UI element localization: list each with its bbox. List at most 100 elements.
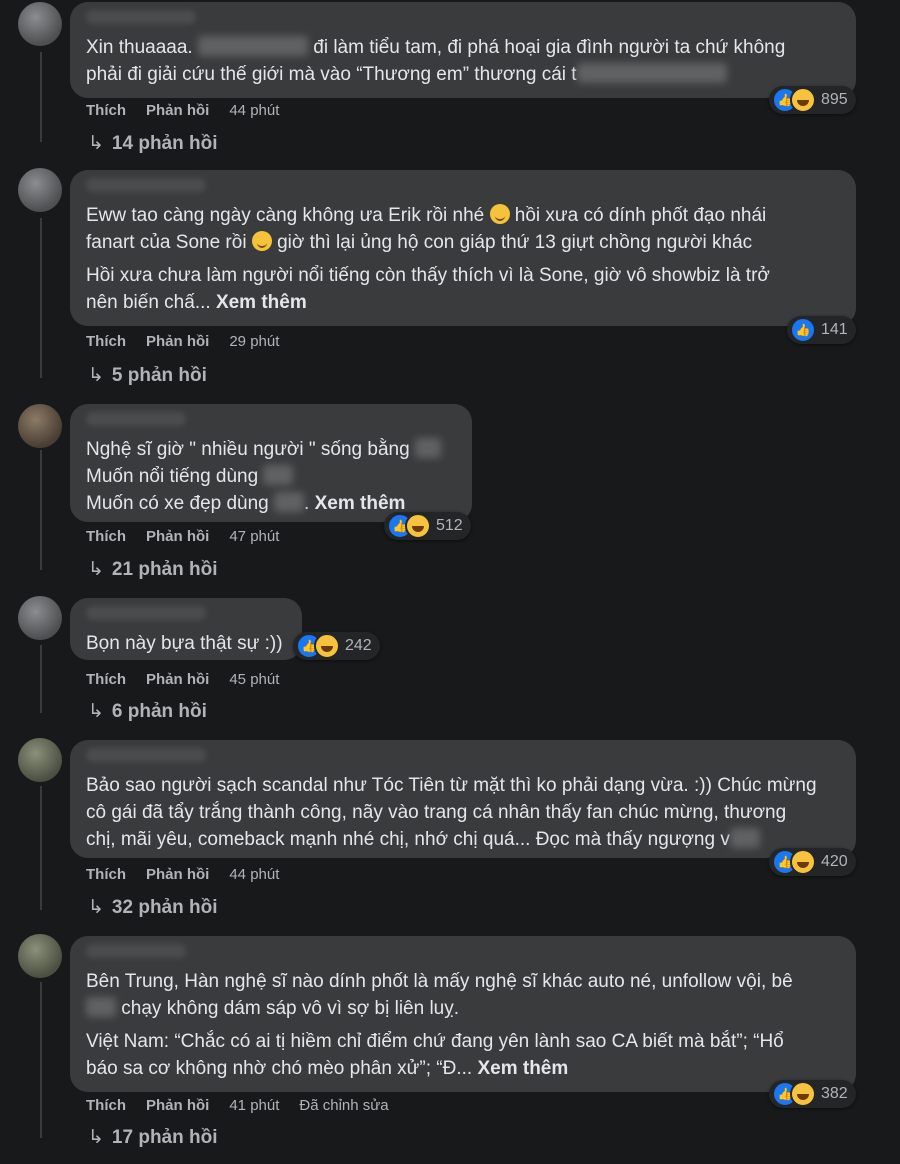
avatar[interactable] <box>18 738 62 782</box>
smiley-emoji-icon <box>489 204 510 224</box>
redacted-text <box>274 492 305 512</box>
haha-icon <box>790 849 816 875</box>
reply-arrow-icon: ↳ <box>88 701 104 722</box>
avatar[interactable] <box>18 596 62 640</box>
reaction-summary[interactable]: 👍 382 <box>769 1080 856 1108</box>
comment-text: Xin thuaaaa. <box>86 37 193 58</box>
reaction-summary[interactable]: 👍 420 <box>769 848 856 876</box>
comment-text: chị, mãi yêu, comeback mạnh nhé chị, nhớ… <box>86 829 730 850</box>
comment-text: Bảo sao người sạch scandal như Tóc Tiên … <box>86 775 817 796</box>
reply-arrow-icon: ↳ <box>88 1127 104 1148</box>
view-replies-link[interactable]: ↳ 5 phản hồi <box>88 364 207 387</box>
reaction-summary[interactable]: 👍 141 <box>787 316 856 344</box>
see-more-link[interactable]: Xem thêm <box>315 493 406 514</box>
comment-bubble: Bảo sao người sạch scandal như Tóc Tiên … <box>70 740 856 858</box>
reaction-summary[interactable]: 👍 242 <box>293 632 380 660</box>
author-name-blurred[interactable] <box>86 412 186 426</box>
avatar[interactable] <box>18 168 62 212</box>
redacted-text <box>729 828 760 848</box>
comment-text: hồi xưa có dính phốt đạo nhái <box>514 205 767 226</box>
reaction-summary[interactable]: 👍 512 <box>384 512 471 540</box>
comment-text: Muốn nổi tiếng dùng <box>86 466 259 487</box>
comment-text: Bọn này bựa thật sự :)) <box>86 633 283 654</box>
avatar[interactable] <box>18 934 62 978</box>
comment-text: Nghệ sĩ giờ " nhiều người " sống bằng <box>86 439 410 460</box>
reaction-count: 420 <box>821 853 848 870</box>
reply-arrow-icon: ↳ <box>88 133 104 154</box>
reply-arrow-icon: ↳ <box>88 897 104 918</box>
like-button[interactable]: Thích <box>86 866 126 883</box>
timestamp[interactable]: 44 phút <box>229 102 279 119</box>
redacted-text <box>263 465 294 485</box>
see-more-link[interactable]: Xem thêm <box>216 292 307 313</box>
reaction-count: 141 <box>821 321 848 338</box>
reply-arrow-icon: ↳ <box>88 365 104 386</box>
view-replies-link[interactable]: ↳ 21 phản hồi <box>88 558 218 581</box>
comment-text: Bên Trung, Hàn nghệ sĩ nào dính phốt là … <box>86 971 793 992</box>
comment-text: fanart của Sone rồi <box>86 232 247 253</box>
comment-text: nên biến chấ... <box>86 292 211 313</box>
author-name-blurred[interactable] <box>86 606 206 620</box>
like-button[interactable]: Thích <box>86 1097 126 1114</box>
timestamp[interactable]: 41 phút <box>229 1097 279 1114</box>
reply-button[interactable]: Phản hồi <box>146 671 209 688</box>
timestamp[interactable]: 45 phút <box>229 671 279 688</box>
like-icon: 👍 <box>790 317 816 343</box>
comment-text: phải đi giải cứu thế giới mà vào “Thương… <box>86 64 577 85</box>
reaction-count: 242 <box>345 637 372 654</box>
replies-count: 17 phản hồi <box>111 1127 218 1148</box>
reply-button[interactable]: Phản hồi <box>146 866 209 883</box>
like-button[interactable]: Thích <box>86 671 126 688</box>
timestamp[interactable]: 47 phút <box>229 528 279 545</box>
smiley-emoji-icon <box>251 231 272 251</box>
replies-count: 6 phản hồi <box>111 701 207 722</box>
reaction-count: 895 <box>821 91 848 108</box>
replies-count: 14 phản hồi <box>111 133 218 154</box>
comment-text: chạy không dám sáp vô vì sợ bị liên luỵ. <box>121 998 460 1019</box>
comment-text: Eww tao càng ngày càng không ưa Erik rồi… <box>86 205 485 226</box>
author-name-blurred[interactable] <box>86 944 186 958</box>
timestamp[interactable]: 29 phút <box>229 333 279 350</box>
timestamp[interactable]: 44 phút <box>229 866 279 883</box>
redacted-text <box>576 63 727 83</box>
comment-text: cô gái đã tẩy trắng thành công, nãy vào … <box>86 802 787 823</box>
see-more-link[interactable]: Xem thêm <box>477 1058 568 1079</box>
reply-arrow-icon: ↳ <box>88 559 104 580</box>
avatar[interactable] <box>18 404 62 448</box>
comment-bubble: Bên Trung, Hàn nghệ sĩ nào dính phốt là … <box>70 936 856 1092</box>
author-name-blurred[interactable] <box>86 748 206 762</box>
edited-label[interactable]: Đã chỉnh sửa <box>299 1097 388 1114</box>
reply-button[interactable]: Phản hồi <box>146 102 209 119</box>
comment-bubble: Eww tao càng ngày càng không ưa Erik rồi… <box>70 170 856 326</box>
haha-icon <box>405 513 431 539</box>
avatar[interactable] <box>18 2 62 46</box>
reaction-count: 382 <box>821 1085 848 1102</box>
author-name-blurred[interactable] <box>86 178 206 192</box>
like-button[interactable]: Thích <box>86 333 126 350</box>
redacted-text <box>197 36 308 56</box>
view-replies-link[interactable]: ↳ 32 phản hồi <box>88 896 218 919</box>
replies-count: 21 phản hồi <box>111 559 218 580</box>
haha-icon <box>314 633 340 659</box>
author-name-blurred[interactable] <box>86 10 196 24</box>
comment-text: giờ thì lại ủng hộ con giáp thứ 13 giựt … <box>277 232 753 253</box>
reply-button[interactable]: Phản hồi <box>146 528 209 545</box>
view-replies-link[interactable]: ↳ 14 phản hồi <box>88 132 218 155</box>
view-replies-link[interactable]: ↳ 6 phản hồi <box>88 700 207 723</box>
like-button[interactable]: Thích <box>86 528 126 545</box>
comment-text: Việt Nam: “Chắc có ai tị hiềm chỉ điểm c… <box>86 1031 784 1052</box>
redacted-text <box>414 438 441 458</box>
reply-button[interactable]: Phản hồi <box>146 1097 209 1114</box>
reply-button[interactable]: Phản hồi <box>146 333 209 350</box>
comment-bubble: Xin thuaaaa. đi làm tiểu tam, đi phá hoạ… <box>70 2 856 98</box>
redacted-text <box>86 997 116 1017</box>
comment-text: đi làm tiểu tam, đi phá hoại gia đình ng… <box>313 37 786 58</box>
like-button[interactable]: Thích <box>86 102 126 119</box>
comment-text: Hồi xưa chưa làm người nổi tiếng còn thấ… <box>86 265 770 286</box>
replies-count: 32 phản hồi <box>111 897 218 918</box>
reaction-count: 512 <box>436 517 463 534</box>
comment-text: Muốn có xe đẹp dùng <box>86 493 269 514</box>
replies-count: 5 phản hồi <box>111 365 207 386</box>
reaction-summary[interactable]: 👍 895 <box>769 86 856 114</box>
view-replies-link[interactable]: ↳ 17 phản hồi <box>88 1126 218 1149</box>
